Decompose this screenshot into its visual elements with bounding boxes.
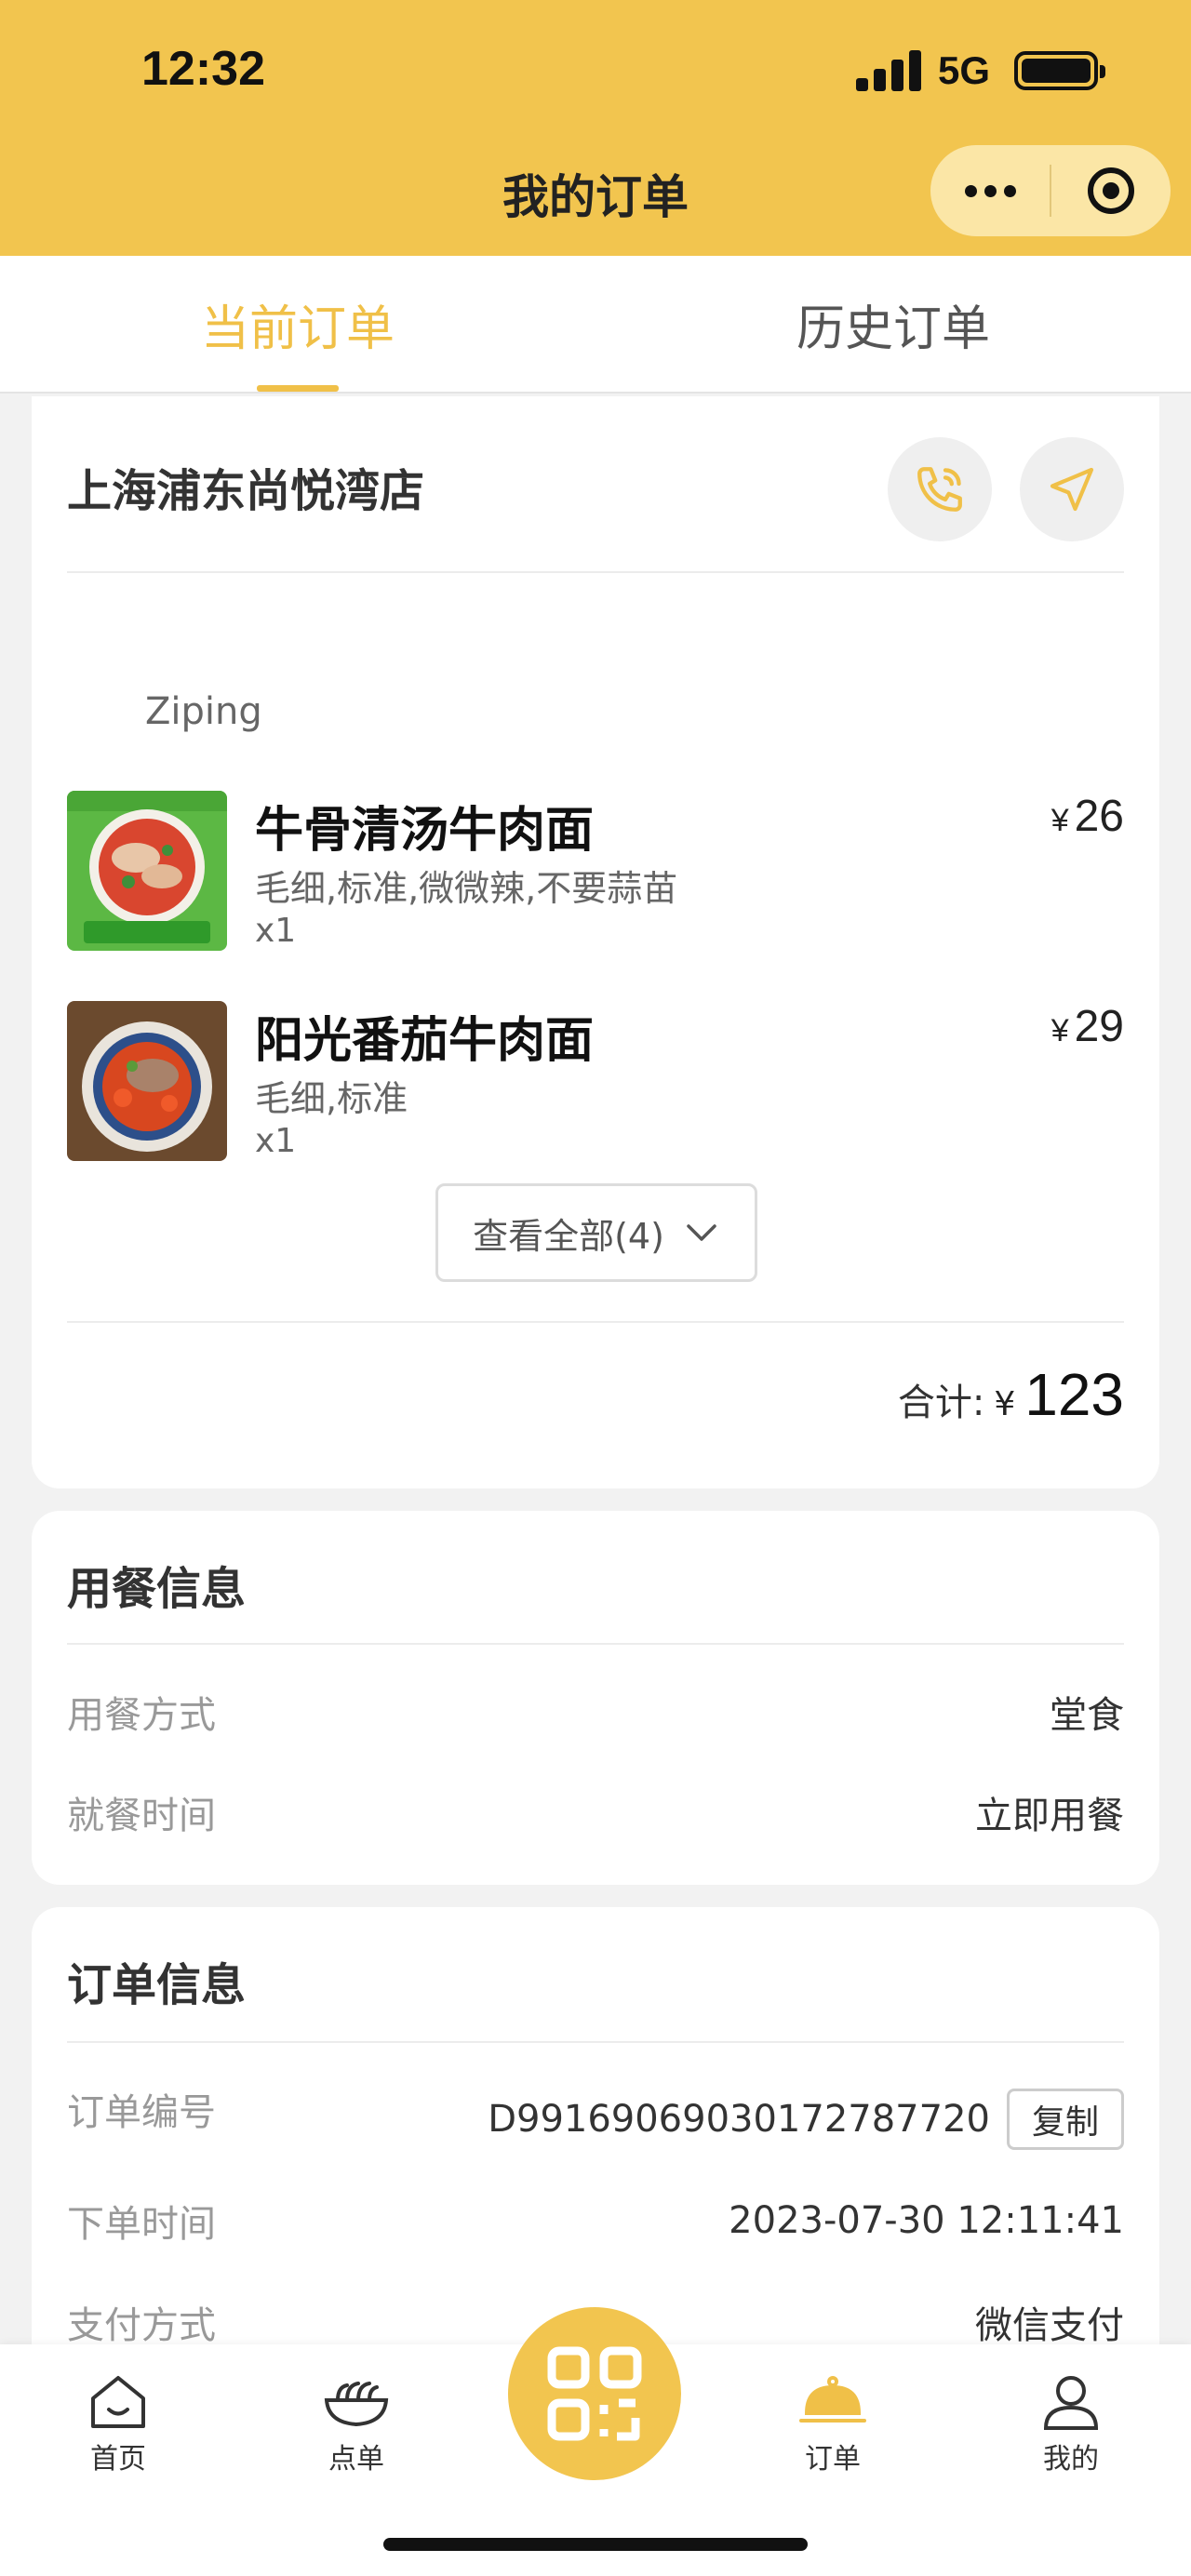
order-page: 12:32 5G 我的订单 当前订单 历史订单 上海浦东尚悦湾店 Ziping … <box>0 0 1191 2576</box>
info-key: 订单编号 <box>67 2091 216 2134</box>
cloche-icon <box>799 2376 866 2423</box>
store-name: 上海浦东尚悦湾店 <box>67 465 425 517</box>
order-card: 上海浦东尚悦湾店 Ziping 牛骨清汤牛肉面 毛细,标准,微微辣,不要蒜苗 x… <box>32 396 1159 1488</box>
price-currency: ¥ <box>1050 803 1069 838</box>
header: 12:32 5G 我的订单 <box>0 0 1191 256</box>
item-quantity: x1 <box>255 912 297 950</box>
info-key: 下单时间 <box>67 2203 216 2246</box>
nav-item-mine[interactable]: 我的 <box>1001 2372 1141 2476</box>
price-value: 26 <box>1074 792 1124 841</box>
more-dots-icon[interactable] <box>930 145 1050 236</box>
person-icon <box>1043 2376 1099 2430</box>
customer-name: Ziping <box>145 690 262 733</box>
nav-label: 首页 <box>90 2443 146 2476</box>
phone-button[interactable] <box>888 437 992 541</box>
order-total: 合计: ¥ 123 <box>898 1360 1124 1429</box>
order-tabs: 当前订单 历史订单 <box>0 256 1191 394</box>
info-row: 订单编号 D99169069030172787720 复制 <box>67 2082 1124 2156</box>
qr-code-icon <box>547 2346 642 2441</box>
item-quantity: x1 <box>255 1122 297 1160</box>
dish-image <box>67 1001 227 1161</box>
scan-qr-button[interactable] <box>508 2307 681 2480</box>
item-spec: 毛细,标准,微微辣,不要蒜苗 <box>255 868 678 909</box>
item-name: 阳光番茄牛肉面 <box>255 1013 595 1069</box>
copy-button[interactable]: 复制 <box>1006 2089 1124 2150</box>
mini-program-capsule <box>930 145 1171 236</box>
order-item: 阳光番茄牛肉面 毛细,标准 x1 ¥29 <box>67 1001 1124 1161</box>
dining-info-card: 用餐信息 用餐方式 堂食 就餐时间 立即用餐 <box>32 1511 1159 1885</box>
info-value: 堂食 <box>1050 1694 1124 1737</box>
tab-current-orders[interactable]: 当前订单 <box>0 256 596 392</box>
info-value: 立即用餐 <box>975 1795 1124 1837</box>
noodle-bowl-icon <box>324 2382 389 2427</box>
nav-label: 点单 <box>328 2443 384 2476</box>
chevron-down-icon <box>687 1224 716 1241</box>
item-name: 牛骨清汤牛肉面 <box>255 803 595 859</box>
phone-icon <box>917 467 962 512</box>
home-icon <box>91 2376 145 2428</box>
item-spec: 毛细,标准 <box>255 1078 408 1119</box>
info-value: 2023-07-30 12:11:41 <box>729 2199 1124 2242</box>
network-type: 5G <box>938 48 991 92</box>
item-price: ¥29 <box>1051 1001 1124 1052</box>
order-item: 牛骨清汤牛肉面 毛细,标准,微微辣,不要蒜苗 x1 ¥26 <box>67 791 1124 951</box>
divider <box>67 1643 1124 1645</box>
info-row: 下单时间 2023-07-30 12:11:41 <box>67 2193 1124 2249</box>
target-icon[interactable] <box>1051 145 1171 236</box>
section-title: 用餐信息 <box>67 1563 247 1615</box>
nav-label: 订单 <box>805 2443 861 2476</box>
price-currency: ¥ <box>1050 1013 1069 1048</box>
order-number: D99169069030172787720 <box>488 2098 990 2141</box>
view-all-button[interactable]: 查看全部(4) <box>435 1183 757 1282</box>
status-time: 12:32 <box>141 42 265 96</box>
item-price: ¥26 <box>1051 791 1124 842</box>
nav-item-orders[interactable]: 订单 <box>763 2372 903 2476</box>
dish-image <box>67 791 227 951</box>
info-value: 微信支付 <box>975 2304 1124 2347</box>
info-key: 就餐时间 <box>67 1795 216 1837</box>
battery-icon <box>1014 51 1105 90</box>
info-key: 支付方式 <box>67 2304 216 2347</box>
divider <box>67 1321 1124 1323</box>
info-key: 用餐方式 <box>67 1694 216 1737</box>
section-title: 订单信息 <box>67 1959 247 2011</box>
home-indicator <box>383 2538 808 2551</box>
info-row: 就餐时间 立即用餐 <box>67 1784 1124 1840</box>
navigation-arrow-icon <box>1050 467 1094 512</box>
divider <box>67 2041 1124 2043</box>
info-row: 用餐方式 堂食 <box>67 1684 1124 1740</box>
total-currency: ¥ <box>994 1385 1016 1423</box>
total-amount: 123 <box>1024 1361 1124 1428</box>
tab-history-orders[interactable]: 历史订单 <box>596 256 1191 392</box>
nav-item-home[interactable]: 首页 <box>48 2372 188 2476</box>
nav-label: 我的 <box>1043 2443 1099 2476</box>
signal-icon <box>856 48 923 91</box>
nav-item-order[interactable]: 点单 <box>287 2372 426 2476</box>
total-label: 合计: <box>897 1381 985 1424</box>
divider <box>67 571 1124 573</box>
navigate-button[interactable] <box>1020 437 1124 541</box>
price-value: 29 <box>1074 1002 1124 1051</box>
info-value: D99169069030172787720 复制 <box>488 2089 1124 2150</box>
view-all-label: 查看全部(4) <box>473 1215 664 1257</box>
